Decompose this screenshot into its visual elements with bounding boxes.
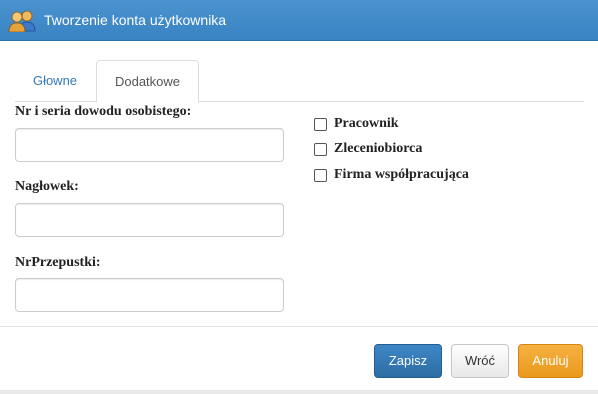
save-button[interactable]: Zapisz bbox=[374, 344, 442, 378]
checkbox-row-zleceniobiorca[interactable]: Zleceniobiorca bbox=[314, 141, 422, 157]
back-button[interactable]: Wróć bbox=[451, 344, 509, 378]
dialog-footer: Zapisz Wróć Anuluj bbox=[0, 326, 598, 394]
users-icon bbox=[6, 8, 40, 33]
firma-wspolpracujaca-label: Firma współpracująca bbox=[334, 167, 469, 182]
dialog-title-bar[interactable]: Tworzenie konta użytkownika bbox=[0, 0, 598, 41]
bottom-edge-divider bbox=[0, 390, 598, 394]
id-number-label: Nr i seria dowodu osobistego: bbox=[15, 104, 192, 119]
checkbox-row-pracownik[interactable]: Pracownik bbox=[314, 116, 399, 132]
dialog-title: Tworzenie konta użytkownika bbox=[44, 12, 227, 28]
id-number-input[interactable] bbox=[15, 128, 284, 162]
checkbox-row-firma[interactable]: Firma współpracująca bbox=[314, 167, 469, 183]
zleceniobiorca-checkbox[interactable] bbox=[314, 142, 327, 156]
pracownik-label: Pracownik bbox=[334, 116, 399, 131]
tab-glowne[interactable]: Głowne bbox=[15, 60, 95, 102]
pass-number-input[interactable] bbox=[15, 278, 284, 312]
cancel-button[interactable]: Anuluj bbox=[518, 344, 583, 378]
heading-label: Nagłowek: bbox=[15, 179, 79, 194]
tab-bar: Głowne Dodatkowe bbox=[15, 60, 584, 103]
create-user-dialog: Tworzenie konta użytkownika Głowne Dodat… bbox=[0, 0, 598, 394]
pracownik-checkbox[interactable] bbox=[314, 117, 327, 131]
tab-dodatkowe[interactable]: Dodatkowe bbox=[96, 60, 199, 103]
heading-input[interactable] bbox=[15, 203, 284, 237]
zleceniobiorca-label: Zleceniobiorca bbox=[334, 141, 423, 156]
pass-number-label: NrPrzepustki: bbox=[15, 255, 101, 270]
firma-wspolpracujaca-checkbox[interactable] bbox=[314, 168, 327, 182]
